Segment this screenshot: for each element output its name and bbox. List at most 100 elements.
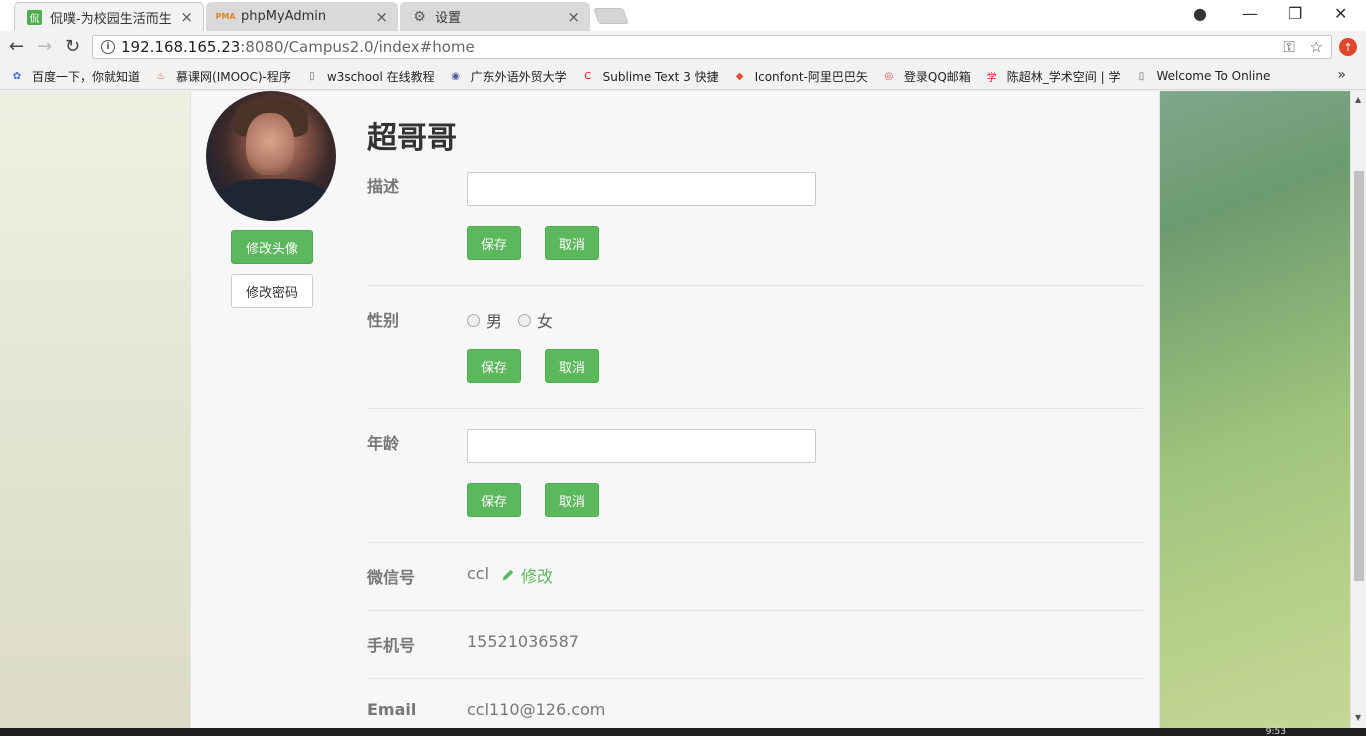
taskbar-clock: 9:53 (1265, 727, 1286, 736)
bookmark-item[interactable]: ▯ w3school 在线教程 (305, 68, 435, 85)
save-age-button[interactable]: 保存 (467, 483, 521, 517)
tab-title: phpMyAdmin (241, 9, 327, 24)
new-tab-button[interactable] (593, 8, 629, 24)
background-left (0, 91, 190, 728)
edit-wechat-link[interactable]: 修改 (501, 563, 553, 587)
page-scrollbar[interactable]: ▲ ▼ (1350, 91, 1366, 728)
extension-icon[interactable]: ↑ (1339, 38, 1357, 56)
bookmarks-bar: ✿ 百度一下，你就知道 ♨ 慕课网(IMOOC)-程序 ▯ w3school 在线教程 ◉ 广… (0, 63, 1366, 90)
divider (367, 610, 1143, 611)
avatar-face (246, 113, 294, 175)
gender-female-label: 女 (537, 312, 554, 331)
restore-button[interactable]: ❐ (1288, 4, 1302, 23)
description-label: 描述 (367, 177, 400, 196)
profile-panel: 修改头像 修改密码 超哥哥 描述 保存 取消 性别 男 女 保存 取消 年龄 保… (190, 91, 1160, 728)
campus-favicon: 侃 (27, 9, 42, 25)
scroll-thumb[interactable] (1354, 171, 1364, 581)
page-icon: ▯ (1138, 70, 1145, 82)
divider (367, 678, 1143, 679)
bookmark-item[interactable]: 学陈超林_学术空间 | 学 (985, 68, 1121, 85)
age-label: 年龄 (367, 434, 400, 453)
close-icon[interactable]: × (567, 8, 580, 26)
cancel-gender-button[interactable]: 取消 (545, 349, 599, 383)
save-gender-button[interactable]: 保存 (467, 349, 521, 383)
background-right (1160, 91, 1350, 728)
omnibox-actions: ⚿ ☆ (1283, 38, 1323, 56)
gender-male-label: 男 (486, 312, 503, 331)
forward-button[interactable]: → (37, 37, 52, 57)
bookmark-item[interactable]: ✿ 百度一下，你就知道 (10, 68, 140, 85)
gender-male-option[interactable]: 男 (467, 308, 502, 332)
seal-icon: ◉ (451, 70, 460, 82)
gender-label: 性别 (367, 311, 400, 330)
phone-label: 手机号 (367, 636, 416, 655)
phone-value: 15521036587 (467, 632, 579, 651)
browser-toolbar: ← → ↻ i 192.168.165.23:8080/Campus2.0/in… (0, 31, 1366, 63)
bookmark-label: 广东外语外贸大学 (470, 69, 567, 84)
page-viewport: 修改头像 修改密码 超哥哥 描述 保存 取消 性别 男 女 保存 取消 年龄 保… (0, 91, 1350, 728)
scroll-down-arrow[interactable]: ▼ (1355, 713, 1361, 722)
divider (367, 408, 1143, 409)
change-password-button[interactable]: 修改密码 (231, 274, 313, 308)
age-input[interactable] (467, 429, 816, 463)
scroll-up-arrow[interactable]: ▲ (1355, 95, 1361, 104)
bookmark-item[interactable]: C Sublime Text 3 快捷 (581, 68, 719, 85)
bookmarks-overflow-button[interactable]: » (1337, 67, 1346, 83)
bookmark-label: 慕课网(IMOOC)-程序 (176, 69, 291, 84)
address-bar[interactable]: i 192.168.165.23:8080/Campus2.0/index#ho… (92, 35, 1332, 59)
cancel-description-button[interactable]: 取消 (545, 226, 599, 260)
tab-phpmyadmin[interactable]: PMA phpMyAdmin × (206, 2, 398, 31)
flame-icon: ♨ (156, 70, 166, 82)
iconfont-icon: ◆ (735, 70, 744, 82)
chrome-icon: ◎ (884, 70, 894, 82)
taskbar: 9:53 (0, 728, 1366, 736)
close-icon[interactable]: × (375, 8, 388, 26)
wechat-value: ccl (467, 564, 490, 583)
key-icon[interactable]: ⚿ (1283, 38, 1294, 56)
bookmark-label: 百度一下，你就知道 (32, 69, 141, 84)
bookmark-label: Iconfont-阿里巴巴矢 (754, 69, 868, 84)
close-window-button[interactable]: ✕ (1334, 4, 1347, 23)
info-icon[interactable]: i (101, 40, 115, 54)
minimize-button[interactable]: — (1242, 4, 1258, 23)
gear-icon: ⚙ (413, 8, 426, 25)
bookmark-label: 陈超林_学术空间 | 学 (1006, 69, 1121, 84)
radio-button[interactable] (518, 313, 532, 327)
bookmark-item[interactable]: ◆ Iconfont-阿里巴巴矢 (733, 68, 868, 85)
bookmark-item[interactable]: ▯ Welcome To Online (1134, 69, 1271, 83)
bookmark-item[interactable]: ♨ 慕课网(IMOOC)-程序 (154, 68, 291, 85)
bookmark-item[interactable]: ◎ 登录QQ邮箱 (882, 68, 971, 85)
close-icon[interactable]: × (180, 8, 193, 26)
divider (367, 542, 1143, 543)
back-button[interactable]: ← (9, 37, 24, 57)
wechat-label: 微信号 (367, 568, 416, 587)
bookmark-item[interactable]: ◉ 广东外语外贸大学 (449, 68, 567, 85)
url-host: 192.168.165.23 (121, 38, 241, 56)
radio-button[interactable] (467, 313, 480, 327)
tab-settings[interactable]: ⚙ 设置 × (400, 2, 590, 31)
pencil-icon (502, 569, 514, 581)
change-avatar-button[interactable]: 修改头像 (231, 230, 313, 264)
gender-radio-group: 男 女 (467, 308, 569, 332)
tab-campus[interactable]: 侃 侃噗-为校园生活而生 × (14, 2, 204, 31)
save-description-button[interactable]: 保存 (467, 226, 521, 260)
page-icon: ▯ (309, 70, 315, 82)
paw-icon: ✿ (12, 70, 22, 82)
bookmark-label: Sublime Text 3 快捷 (602, 69, 719, 84)
star-icon[interactable]: ☆ (1310, 38, 1323, 56)
email-label: Email (367, 700, 417, 719)
profile-icon[interactable]: ● (1193, 4, 1207, 23)
tab-title: 侃噗-为校园生活而生 (50, 11, 172, 27)
email-value: ccl110@126.com (467, 700, 606, 719)
c-logo-icon: C (584, 70, 592, 82)
cancel-age-button[interactable]: 取消 (545, 483, 599, 517)
description-input[interactable] (467, 172, 816, 206)
page-title: 超哥哥 (367, 121, 457, 156)
gender-female-option[interactable]: 女 (518, 308, 553, 332)
bookmark-label: w3school 在线教程 (326, 69, 435, 84)
avatar-coat (214, 179, 332, 221)
edit-wechat-label: 修改 (521, 567, 554, 586)
avatar (206, 91, 336, 221)
phpmyadmin-favicon: PMA (215, 12, 236, 21)
reload-button[interactable]: ↻ (65, 37, 80, 57)
